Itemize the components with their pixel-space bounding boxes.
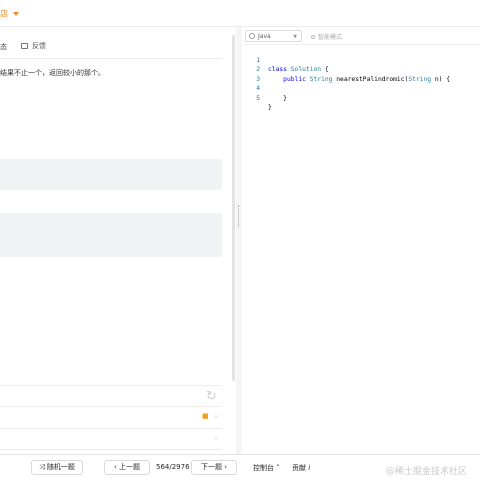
prev-label: 上一题 [119,463,141,471]
chevron-down-icon: ▼ [293,34,297,40]
language-label: Java [258,33,271,40]
info-icon: i [308,464,311,472]
editor-toolbar: Java ▼ 智能模式 [242,27,480,45]
line-number: 5 [256,94,260,102]
top-bar: 店 [0,0,480,27]
contribute-button[interactable]: 贡献 i [292,463,310,473]
code-line: 1 class Solution { [242,46,480,74]
example-block-2 [0,213,222,257]
random-question-button[interactable]: ⤨ 随机一题 [31,460,83,475]
chevron-down-icon[interactable]: ⌄ [213,433,219,441]
contribute-label: 贡献 [292,464,306,472]
tab-feedback[interactable]: 反馈 [21,41,46,51]
chevron-down-icon[interactable]: ⌄ [213,411,219,419]
shuffle-icon: ⤨ [39,463,45,471]
next-question-button[interactable]: 下一题 › [191,460,237,475]
smart-mode-icon [311,35,315,39]
divider [0,449,222,450]
tabs-divider [0,58,222,59]
store-menu[interactable]: 店 [0,8,19,19]
next-label: 下一题 [200,463,222,471]
divider [0,428,222,429]
code-line: 4 } [242,75,480,102]
chevron-up-icon: ˄ [276,464,280,472]
code-line: 2 public String nearestPalindromic(Strin… [242,56,480,83]
brace: } [283,94,287,102]
console-toggle[interactable]: 控制台 ˄ [253,463,280,473]
chevron-down-icon [13,11,19,16]
divider [0,406,222,407]
resize-grip-icon[interactable] [238,205,240,227]
smart-mode-toggle[interactable]: 智能模式 [311,32,342,41]
brace: } [268,104,272,111]
code-editor[interactable]: 1 class Solution { 2 public String neare… [242,46,480,112]
question-counter: 564/2976 [156,463,190,471]
example-block-1 [0,159,222,190]
problem-description: 结果不止一个，返回较小的那个。 [0,69,105,77]
leetcode-logo-icon: ↻ [206,389,217,404]
divider [0,385,222,386]
gear-icon [249,33,255,39]
feedback-icon [21,43,28,49]
tab-activity[interactable]: 态 [0,42,7,52]
chevron-right-icon: › [224,463,228,471]
code-line: 5 } [242,84,480,112]
store-label: 店 [0,9,8,18]
lock-icon: ■ [202,412,209,420]
description-scrollbar[interactable] [232,35,235,381]
description-tabs: 态 反馈 [0,38,233,60]
console-label: 控制台 [253,464,274,472]
watermark: @稀土掘金技术社区 [386,467,468,477]
smart-mode-label: 智能模式 [318,34,343,41]
random-label: 随机一题 [46,463,75,471]
language-select[interactable]: Java ▼ [245,30,302,42]
code-line: 3 [242,65,480,83]
chevron-left-icon: ‹ [113,463,117,471]
tab-feedback-label: 反馈 [32,42,46,50]
prev-question-button[interactable]: ‹ 上一题 [104,460,150,475]
